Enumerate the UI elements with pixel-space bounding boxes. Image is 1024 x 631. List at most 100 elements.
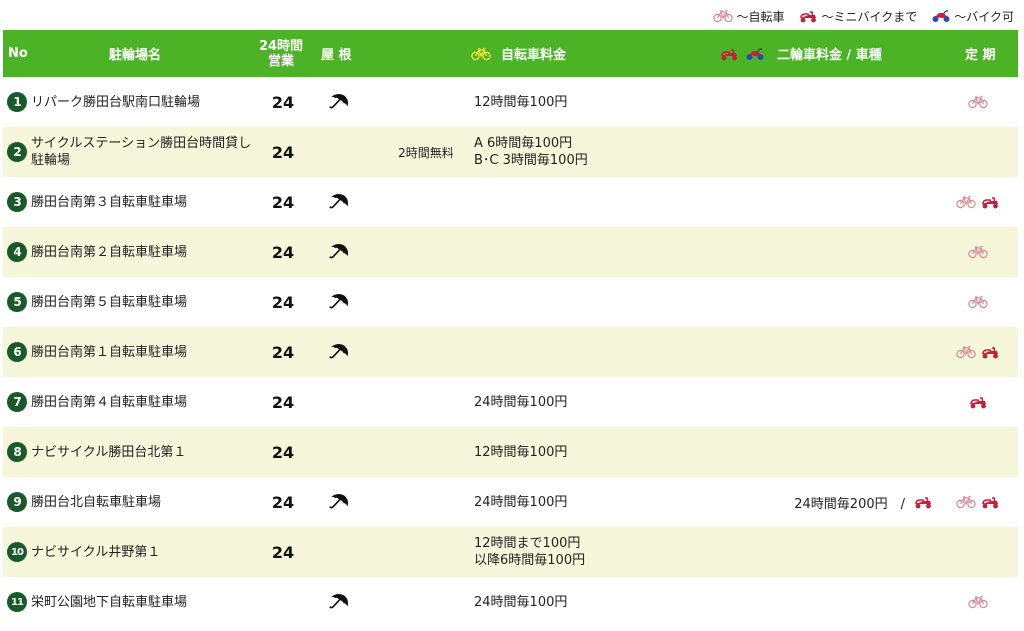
row-bicycle-fee: A 6時間毎100円 B･C 3時間毎100円 xyxy=(474,127,694,177)
row-fee-line2: B･C 3時間毎100円 xyxy=(474,153,588,168)
row-name-cell: 2 サイクルステーション勝田台時間貸し駐輪場 xyxy=(7,127,252,177)
bicycle-icon xyxy=(956,495,976,509)
row-hours xyxy=(261,577,305,627)
row-moto-fee xyxy=(703,77,933,127)
row-name: 勝田台北自転車駐車場 xyxy=(31,494,162,510)
row-fee-line1: 24時間毎100円 xyxy=(474,394,568,410)
row-hours: 24 xyxy=(271,192,295,212)
row-fee-line1: 24時間毎100円 xyxy=(474,494,568,510)
row-bicycle-fee xyxy=(474,327,694,377)
row-name: 勝田台南第１自転車駐車場 xyxy=(31,344,188,360)
row-name: 勝田台南第３自転車駐車場 xyxy=(31,194,188,210)
row-name-cell: 11 栄町公園地下自転車駐車場 xyxy=(7,577,252,627)
row-name: 栄町公園地下自転車駐車場 xyxy=(31,594,188,610)
row-hours: 24 xyxy=(271,342,295,362)
row-free-time xyxy=(383,577,469,627)
umbrella-icon xyxy=(328,292,350,312)
header-roof: 屋 根 xyxy=(321,48,352,63)
row-moto-fee: 24時間毎200円 / xyxy=(703,477,933,527)
row-roof xyxy=(323,327,355,377)
scooter-icon xyxy=(980,195,1000,209)
row-fee-line2: 以降6時間毎100円 xyxy=(474,553,586,568)
row-number-badge: 6 xyxy=(7,342,27,362)
row-hours: 24 xyxy=(271,92,295,112)
row-bicycle-fee: 24時間毎100円 xyxy=(474,577,694,627)
table-row: 10 ナビサイクル井野第１ 24 12時間まで100円 以降6時間毎100円 xyxy=(3,527,1018,577)
umbrella-icon xyxy=(328,92,350,112)
row-number-badge: 2 xyxy=(7,142,27,162)
row-roof xyxy=(323,477,355,527)
row-moto-fee xyxy=(703,127,933,177)
row-fee-line1: 12時間毎100円 xyxy=(474,94,568,110)
row-moto-fee xyxy=(703,327,933,377)
table-body: 1 リパーク勝田台駅南口駐輪場 24 12時間毎100円 2 サイクルステーショ… xyxy=(3,77,1018,627)
row-moto-fee xyxy=(703,427,933,477)
table-row: 4 勝田台南第２自転車駐車場 24 xyxy=(3,227,1018,277)
table-row: 6 勝田台南第１自転車駐車場 24 xyxy=(3,327,1018,377)
row-season xyxy=(948,277,1008,327)
row-free-time xyxy=(383,77,469,127)
row-bicycle-fee: 12時間毎100円 xyxy=(474,427,694,477)
row-hours: 24 xyxy=(271,392,295,412)
table-row: 8 ナビサイクル勝田台北第１ 24 12時間毎100円 xyxy=(3,427,1018,477)
row-number-badge: 11 xyxy=(7,592,27,612)
row-season xyxy=(948,577,1008,627)
row-roof xyxy=(323,227,355,277)
row-free-time xyxy=(383,177,469,227)
row-bicycle-fee: 12時間まで100円 以降6時間毎100円 xyxy=(474,527,694,577)
row-moto-fee-text: 24時間毎200円 / xyxy=(794,496,905,512)
row-free-time: 2時間無料 xyxy=(398,145,454,160)
row-bicycle-fee xyxy=(474,177,694,227)
row-name: リパーク勝田台駅南口駐輪場 xyxy=(31,94,201,110)
row-name-cell: 4 勝田台南第２自転車駐車場 xyxy=(7,227,252,277)
row-roof xyxy=(323,527,355,577)
row-name-cell: 7 勝田台南第４自転車駐車場 xyxy=(7,377,252,427)
row-moto-fee xyxy=(703,527,933,577)
umbrella-icon xyxy=(328,342,350,362)
header-bicycle-fee-label: 自転車料金 xyxy=(501,48,567,63)
header-moto-fee-label: 二輪車料金 / 車種 xyxy=(777,48,882,63)
table-row: 11 栄町公園地下自転車駐車場 24時間毎100円 xyxy=(3,577,1018,627)
row-roof xyxy=(323,377,355,427)
bicycle-icon xyxy=(713,9,734,23)
row-free-time xyxy=(383,427,469,477)
table-row: 2 サイクルステーション勝田台時間貸し駐輪場 24 2時間無料 A 6時間毎100… xyxy=(3,127,1018,177)
scooter-icon xyxy=(798,9,818,23)
header-hours-line1: 24時間 xyxy=(258,38,304,54)
row-season xyxy=(948,77,1008,127)
legend-bike-label: 〜バイク可 xyxy=(954,9,1014,24)
legend-minibike-label: 〜ミニバイクまで xyxy=(821,9,918,24)
row-season xyxy=(948,427,1008,477)
header-name: 駐輪場名 xyxy=(109,48,162,63)
row-bicycle-fee xyxy=(474,227,694,277)
row-season xyxy=(948,477,1008,527)
row-name: ナビサイクル井野第１ xyxy=(31,544,161,560)
row-season xyxy=(948,127,1008,177)
row-name-cell: 10 ナビサイクル井野第１ xyxy=(7,527,252,577)
scooter-icon xyxy=(968,395,988,409)
row-bicycle-fee: 12時間毎100円 xyxy=(474,77,694,127)
row-free-time xyxy=(383,277,469,327)
row-roof xyxy=(323,177,355,227)
row-free-time xyxy=(383,227,469,277)
table-row: 5 勝田台南第５自転車駐車場 24 xyxy=(3,277,1018,327)
table-row: 9 勝田台北自転車駐車場 24 24時間毎100円 24時間毎200円 / xyxy=(3,477,1018,527)
row-number-badge: 3 xyxy=(7,192,27,212)
row-number-badge: 5 xyxy=(7,292,27,312)
row-roof xyxy=(323,277,355,327)
row-name-cell: 3 勝田台南第３自転車駐車場 xyxy=(7,177,252,227)
row-fee-line1: 12時間毎100円 xyxy=(474,444,568,460)
legend-bike: 〜バイク可 xyxy=(931,8,1014,25)
row-number-badge: 7 xyxy=(7,392,27,412)
row-roof xyxy=(323,77,355,127)
table-header: No 駐輪場名 24時間 営業 屋 根 自転車料金 二輪車料金 / 車種 定 期 xyxy=(3,30,1018,77)
row-roof xyxy=(323,127,355,177)
row-moto-fee xyxy=(703,377,933,427)
row-hours: 24 xyxy=(271,292,295,312)
row-moto-fee xyxy=(703,227,933,277)
header-no: No xyxy=(8,46,28,61)
row-free-time xyxy=(383,377,469,427)
row-free-time xyxy=(383,527,469,577)
header-hours-line2: 営業 xyxy=(267,53,294,69)
row-free-time xyxy=(383,327,469,377)
